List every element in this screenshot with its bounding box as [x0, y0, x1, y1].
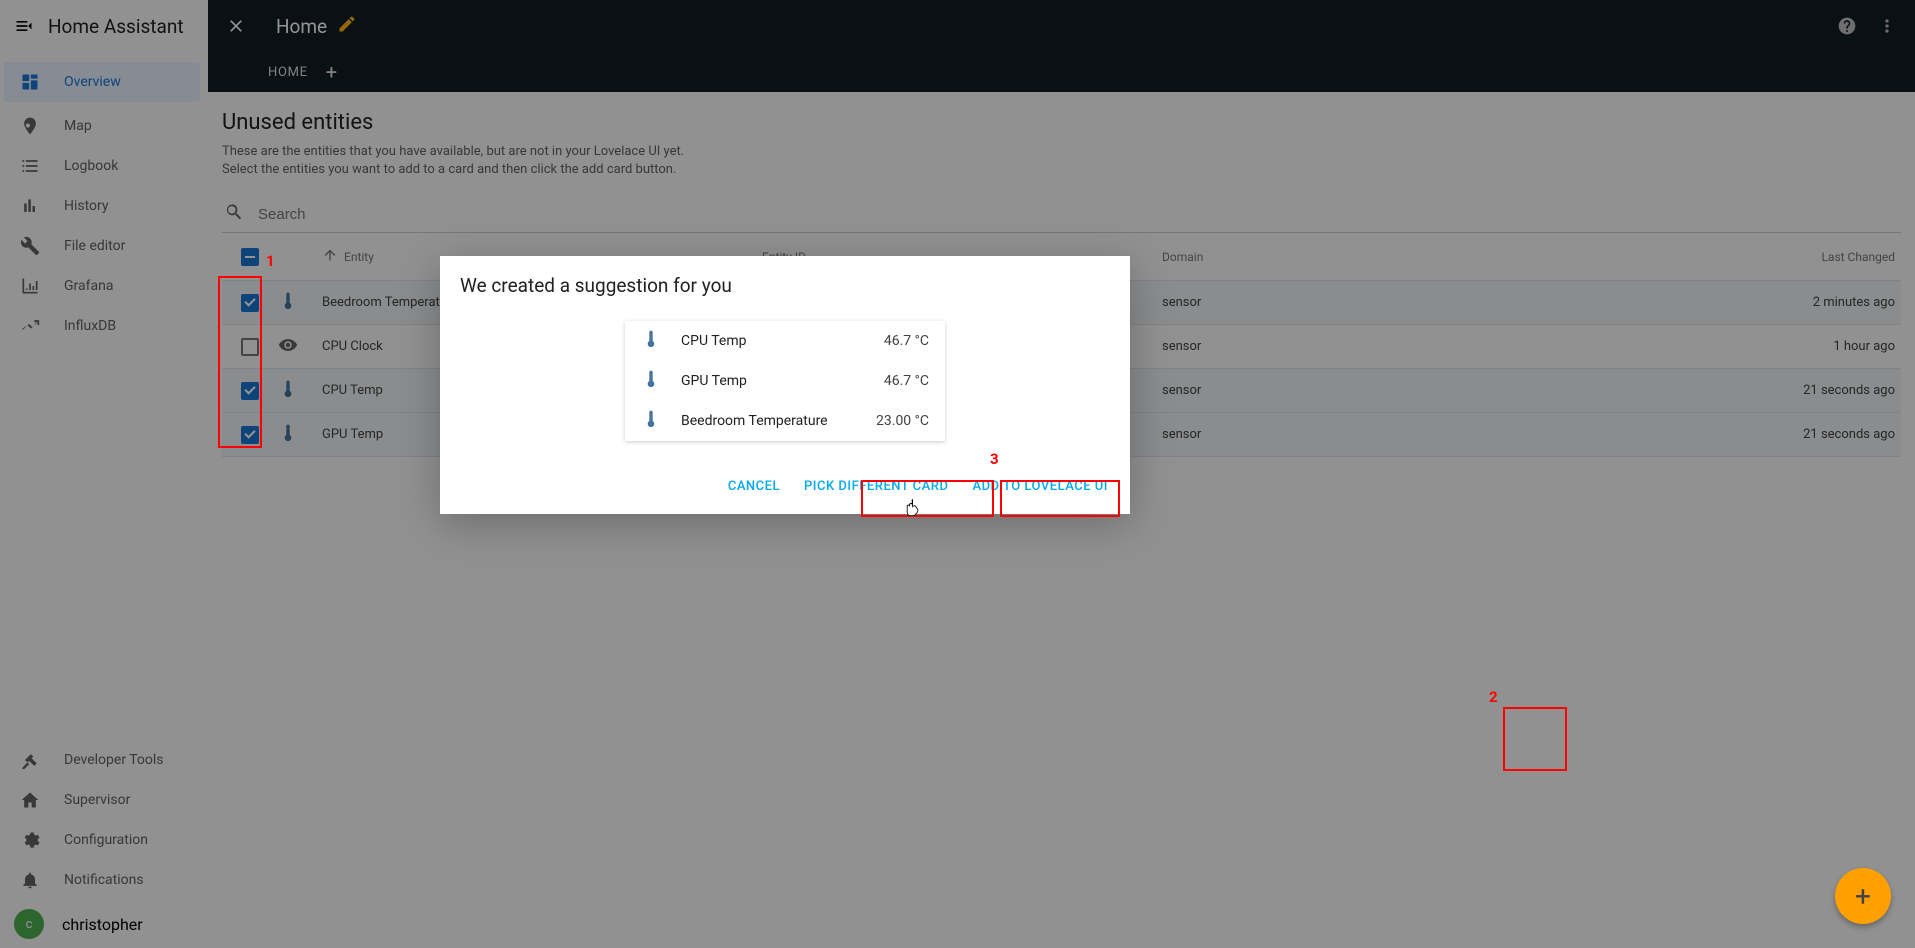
card-entity-name: GPU Temp: [681, 373, 747, 389]
card-entity-name: Beedroom Temperature: [681, 413, 828, 429]
thermometer-icon: [641, 329, 665, 353]
card-row[interactable]: GPU Temp 46.7 °C: [625, 361, 945, 401]
card-entity-value: 46.7 °C: [884, 373, 929, 389]
add-to-lovelace-button[interactable]: Add to Lovelace UI: [962, 471, 1118, 502]
card-row[interactable]: Beedroom Temperature 23.00 °C: [625, 401, 945, 441]
suggested-card: CPU Temp 46.7 °C GPU Temp 46.7 °C Beedroom T…: [625, 321, 945, 441]
card-entity-value: 46.7 °C: [884, 333, 929, 349]
suggestion-dialog: We created a suggestion for you CPU Temp…: [440, 256, 1130, 514]
dialog-title: We created a suggestion for you: [440, 256, 1130, 305]
thermometer-icon: [641, 369, 665, 393]
card-row[interactable]: CPU Temp 46.7 °C: [625, 321, 945, 361]
thermometer-icon: [641, 409, 665, 433]
card-entity-value: 23.00 °C: [876, 413, 929, 429]
add-card-fab[interactable]: +: [1835, 868, 1891, 924]
pick-different-card-button[interactable]: Pick different card: [794, 471, 958, 502]
card-entity-name: CPU Temp: [681, 333, 746, 349]
cancel-button[interactable]: Cancel: [718, 471, 790, 502]
